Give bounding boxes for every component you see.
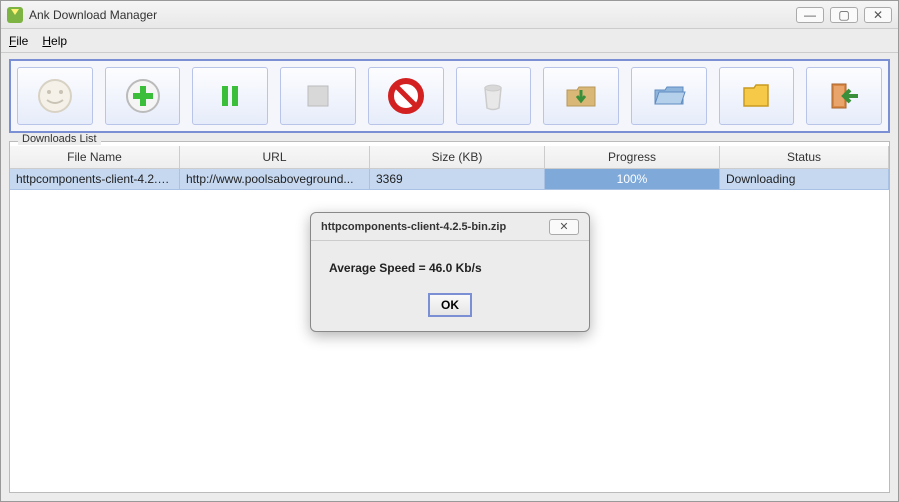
cell-size: 3369: [370, 169, 545, 189]
dialog-body: Average Speed = 46.0 Kb/s: [311, 241, 589, 287]
open-folder-button[interactable]: [631, 67, 707, 125]
cell-progress: 100%: [545, 169, 720, 189]
smiley-button[interactable]: [17, 67, 93, 125]
open-folder-icon: [649, 76, 689, 116]
exit-icon: [824, 76, 864, 116]
cell-url: http://www.poolsaboveground...: [180, 169, 370, 189]
folder-button[interactable]: [719, 67, 795, 125]
dialog-titlebar[interactable]: httpcomponents-client-4.2.5-bin.zip ✕: [311, 213, 589, 241]
col-file[interactable]: File Name: [10, 146, 180, 168]
maximize-button[interactable]: ▢: [830, 7, 858, 23]
square-icon: [298, 76, 338, 116]
add-button[interactable]: [105, 67, 181, 125]
menu-help[interactable]: Help: [42, 34, 67, 48]
dialog-close-button[interactable]: ✕: [549, 219, 579, 235]
trash-icon: [473, 76, 513, 116]
ok-button[interactable]: OK: [428, 293, 472, 317]
window-title: Ank Download Manager: [29, 8, 796, 22]
close-button[interactable]: ✕: [864, 7, 892, 23]
minimize-button[interactable]: —: [796, 7, 824, 23]
stop-icon: [386, 76, 426, 116]
col-status[interactable]: Status: [720, 146, 889, 168]
col-size[interactable]: Size (KB): [370, 146, 545, 168]
menu-file[interactable]: File: [9, 34, 28, 48]
dialog-text: Average Speed = 46.0 Kb/s: [329, 261, 571, 275]
stop-square-button[interactable]: [280, 67, 356, 125]
dialog-title: httpcomponents-client-4.2.5-bin.zip: [321, 221, 549, 233]
toolbar: [9, 59, 890, 133]
col-progress[interactable]: Progress: [545, 146, 720, 168]
pause-button[interactable]: [192, 67, 268, 125]
pause-icon: [210, 76, 250, 116]
exit-button[interactable]: [806, 67, 882, 125]
table-header: File Name URL Size (KB) Progress Status: [10, 146, 889, 169]
speed-dialog: httpcomponents-client-4.2.5-bin.zip ✕ Av…: [310, 212, 590, 332]
col-url[interactable]: URL: [180, 146, 370, 168]
plus-icon: [123, 76, 163, 116]
cell-file: httpcomponents-client-4.2.5-...: [10, 169, 180, 189]
table-row[interactable]: httpcomponents-client-4.2.5-... http://w…: [10, 169, 889, 190]
download-folder-button[interactable]: [543, 67, 619, 125]
stop-button[interactable]: [368, 67, 444, 125]
folder-icon: [736, 76, 776, 116]
download-folder-icon: [561, 76, 601, 116]
trash-button[interactable]: [456, 67, 532, 125]
cell-status: Downloading: [720, 169, 889, 189]
app-icon: [7, 7, 23, 23]
smiley-icon: [35, 76, 75, 116]
menubar: File Help: [1, 29, 898, 53]
group-label: Downloads List: [18, 133, 101, 145]
titlebar[interactable]: Ank Download Manager — ▢ ✕: [1, 1, 898, 29]
